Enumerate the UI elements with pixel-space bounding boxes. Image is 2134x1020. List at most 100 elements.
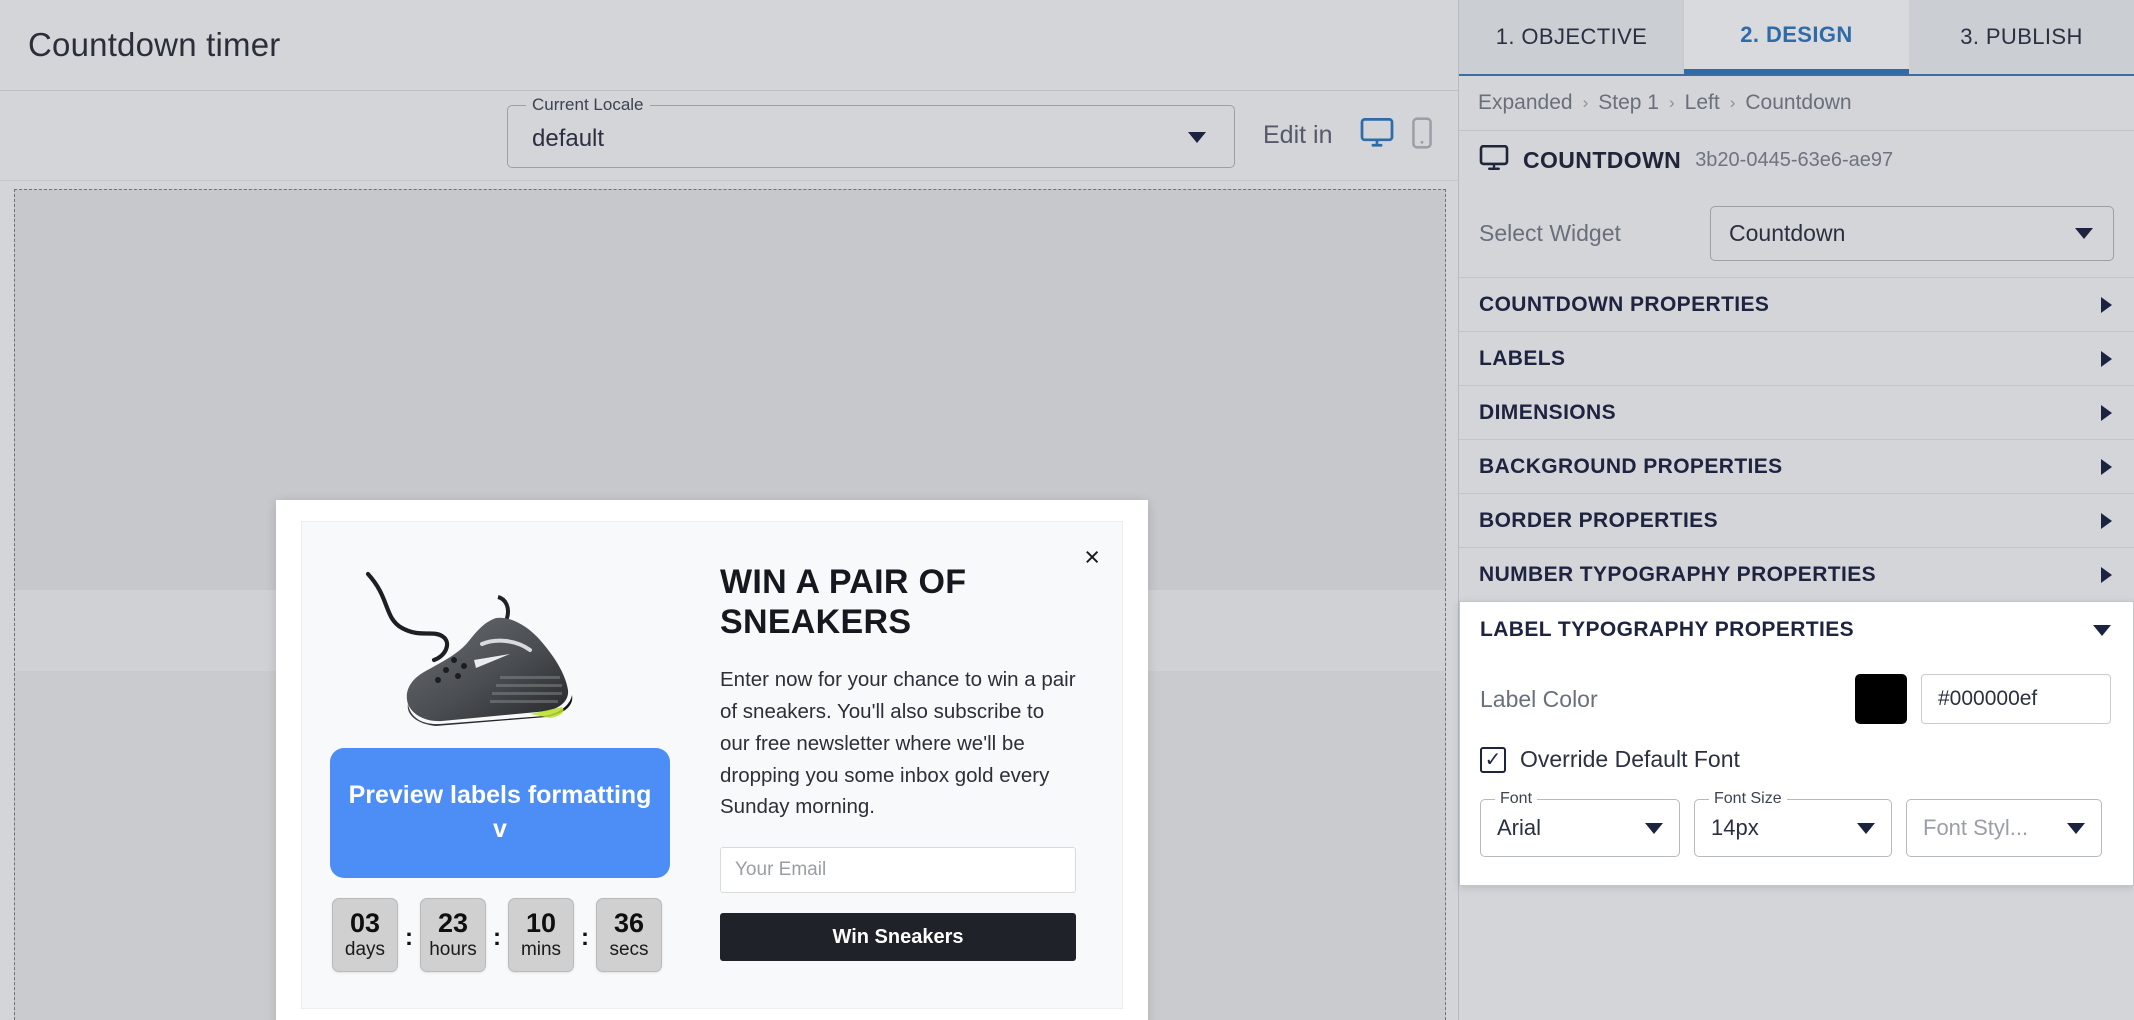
current-locale-legend: Current Locale [526,95,650,115]
accordion-label-typography-properties: LABEL TYPOGRAPHY PROPERTIES Label Color … [1459,601,2134,886]
breadcrumb-item-left[interactable]: Left [1685,91,1720,115]
countdown-value: 36 [613,907,645,938]
override-default-font-label: Override Default Font [1520,746,1740,772]
font-style-placeholder: Font Styl... [1923,815,2029,840]
edit-in-label: Edit in [1263,121,1333,149]
font-fields-row: Font Arial Font Size 14px Font Styl... [1480,790,2111,857]
page-title: Countdown timer [28,26,281,63]
chevron-right-icon [2101,350,2112,367]
font-family-value: Arial [1497,815,1542,840]
chevron-down-icon [2093,624,2111,636]
accordion-dimensions[interactable]: DIMENSIONS [1459,385,2134,439]
accordion-label: LABELS [1479,346,1566,370]
properties-panel: 1. OBJECTIVE 2. DESIGN 3. PUBLISH Expand… [1458,0,2134,1020]
countdown-value: 03 [349,907,381,938]
chevron-right-icon [2101,512,2112,529]
breadcrumb-separator-icon: › [1582,93,1589,112]
current-locale-select[interactable]: Current Locale default [507,95,1235,168]
chevron-down-icon [2075,228,2093,239]
popup-inner: Preview labels formatting v 03 days : 23… [301,521,1123,1009]
font-size-legend: Font Size [1709,790,1787,808]
countdown-label: days [344,939,386,961]
breadcrumb: Expanded › Step 1 › Left › Countdown [1459,76,2134,131]
label-color-row: Label Color #000000ef [1480,666,2111,732]
widget-header: COUNTDOWN 3b20-0445-63e6-ae97 [1459,131,2134,189]
countdown-separator: : [493,924,501,951]
accordion-label-typography-body: Label Color #000000ef ✓ Override Default… [1460,658,2133,885]
breadcrumb-item-step1[interactable]: Step 1 [1598,91,1659,115]
accordion-label: NUMBER TYPOGRAPHY PROPERTIES [1479,562,1877,586]
popup-left-column: Preview labels formatting v 03 days : 23… [302,522,712,1008]
properties-accordion: COUNTDOWN PROPERTIES LABELS DIMENSIONS B… [1459,277,2134,886]
breadcrumb-separator-icon: › [1668,93,1675,112]
chevron-right-icon [2101,566,2112,583]
close-icon[interactable]: × [1084,544,1100,571]
label-color-swatch[interactable] [1855,674,1907,724]
checkbox-icon[interactable]: ✓ [1480,746,1506,773]
countdown-label: hours [429,939,477,961]
mobile-icon[interactable] [1412,117,1432,149]
countdown-unit-days: 03 days [332,898,398,972]
chevron-right-icon [2101,404,2112,421]
breadcrumb-item-countdown[interactable]: Countdown [1745,91,1851,115]
accordion-label-typography-header[interactable]: LABEL TYPOGRAPHY PROPERTIES [1460,602,2133,658]
win-sneakers-button[interactable]: Win Sneakers [720,913,1076,962]
popup-body-text: Enter now for your chance to win a pair … [720,668,1076,819]
accordion-border-properties[interactable]: BORDER PROPERTIES [1459,493,2134,547]
chevron-down-icon [1857,823,1875,834]
tab-publish[interactable]: 3. PUBLISH [1909,0,2134,74]
select-widget-row: Select Widget Countdown [1459,189,2134,277]
popup-heading: WIN A PAIR OF SNEAKERS [720,563,967,642]
breadcrumb-separator-icon: › [1729,93,1736,112]
countdown-unit-hours: 23 hours [420,898,486,972]
chevron-right-icon [2101,458,2112,475]
app-root: Countdown timer Current Locale default E… [0,0,2134,1020]
label-color-hex-input[interactable]: #000000ef [1921,674,2111,724]
countdown-timer: 03 days : 23 hours : 10 mins: 36 secs [332,898,662,972]
select-widget-dropdown[interactable]: Countdown [1710,205,2114,261]
popup-preview[interactable]: Preview labels formatting v 03 days : 23… [276,500,1148,1020]
wizard-tabs: 1. OBJECTIVE 2. DESIGN 3. PUBLISH [1459,0,2134,76]
widget-id: 3b20-0445-63e6-ae97 [1695,148,1894,171]
select-widget-value: Countdown [1729,219,1846,246]
chevron-down-icon [1188,132,1206,143]
countdown-value: 23 [437,907,469,938]
accordion-label: BORDER PROPERTIES [1479,508,1718,532]
chevron-down-icon [1645,823,1663,834]
editor-pane: Countdown timer Current Locale default E… [0,0,1458,1020]
popup-right-column: WIN A PAIR OF SNEAKERS Enter now for you… [712,522,1122,1008]
font-size-dropdown[interactable]: Font Size 14px [1694,790,1892,857]
accordion-background-properties[interactable]: BACKGROUND PROPERTIES [1459,439,2134,493]
current-locale-value: default [532,125,605,152]
accordion-label: LABEL TYPOGRAPHY PROPERTIES [1480,618,1855,641]
label-color-label: Label Color [1480,685,1598,712]
countdown-unit-secs: 36 secs [596,898,662,972]
editor-toolbar: Current Locale default Edit in [0,91,1458,181]
accordion-number-typography-properties[interactable]: NUMBER TYPOGRAPHY PROPERTIES [1459,547,2134,601]
preview-labels-formatting-box[interactable]: Preview labels formatting v [330,748,670,878]
tab-objective[interactable]: 1. OBJECTIVE [1459,0,1684,74]
chevron-right-icon [2101,296,2112,313]
breadcrumb-item-expanded[interactable]: Expanded [1478,91,1573,115]
canvas-wrapper: Preview labels formatting v 03 days : 23… [0,181,1458,1020]
monitor-icon [1479,144,1509,176]
chevron-down-icon [2067,823,2085,834]
accordion-label: BACKGROUND PROPERTIES [1479,454,1783,478]
font-family-dropdown[interactable]: Font Arial [1480,790,1680,857]
font-size-value: 14px [1711,815,1759,840]
tab-design[interactable]: 2. DESIGN [1684,0,1909,74]
font-family-legend: Font [1495,790,1538,808]
select-widget-label: Select Widget [1479,219,1621,246]
font-style-dropdown[interactable]: Font Styl... [1906,799,2102,857]
accordion-label: DIMENSIONS [1479,400,1617,424]
accordion-label: COUNTDOWN PROPERTIES [1479,292,1770,316]
countdown-unit-mins: 10 mins [508,898,574,972]
override-default-font-checkbox-row[interactable]: ✓ Override Default Font [1480,746,2111,773]
countdown-label: secs [609,939,649,961]
countdown-separator: : [405,924,413,951]
accordion-countdown-properties[interactable]: COUNTDOWN PROPERTIES [1459,277,2134,331]
desktop-icon[interactable] [1360,118,1394,148]
accordion-labels[interactable]: LABELS [1459,331,2134,385]
countdown-label: mins [520,939,562,961]
email-input[interactable] [720,847,1076,894]
